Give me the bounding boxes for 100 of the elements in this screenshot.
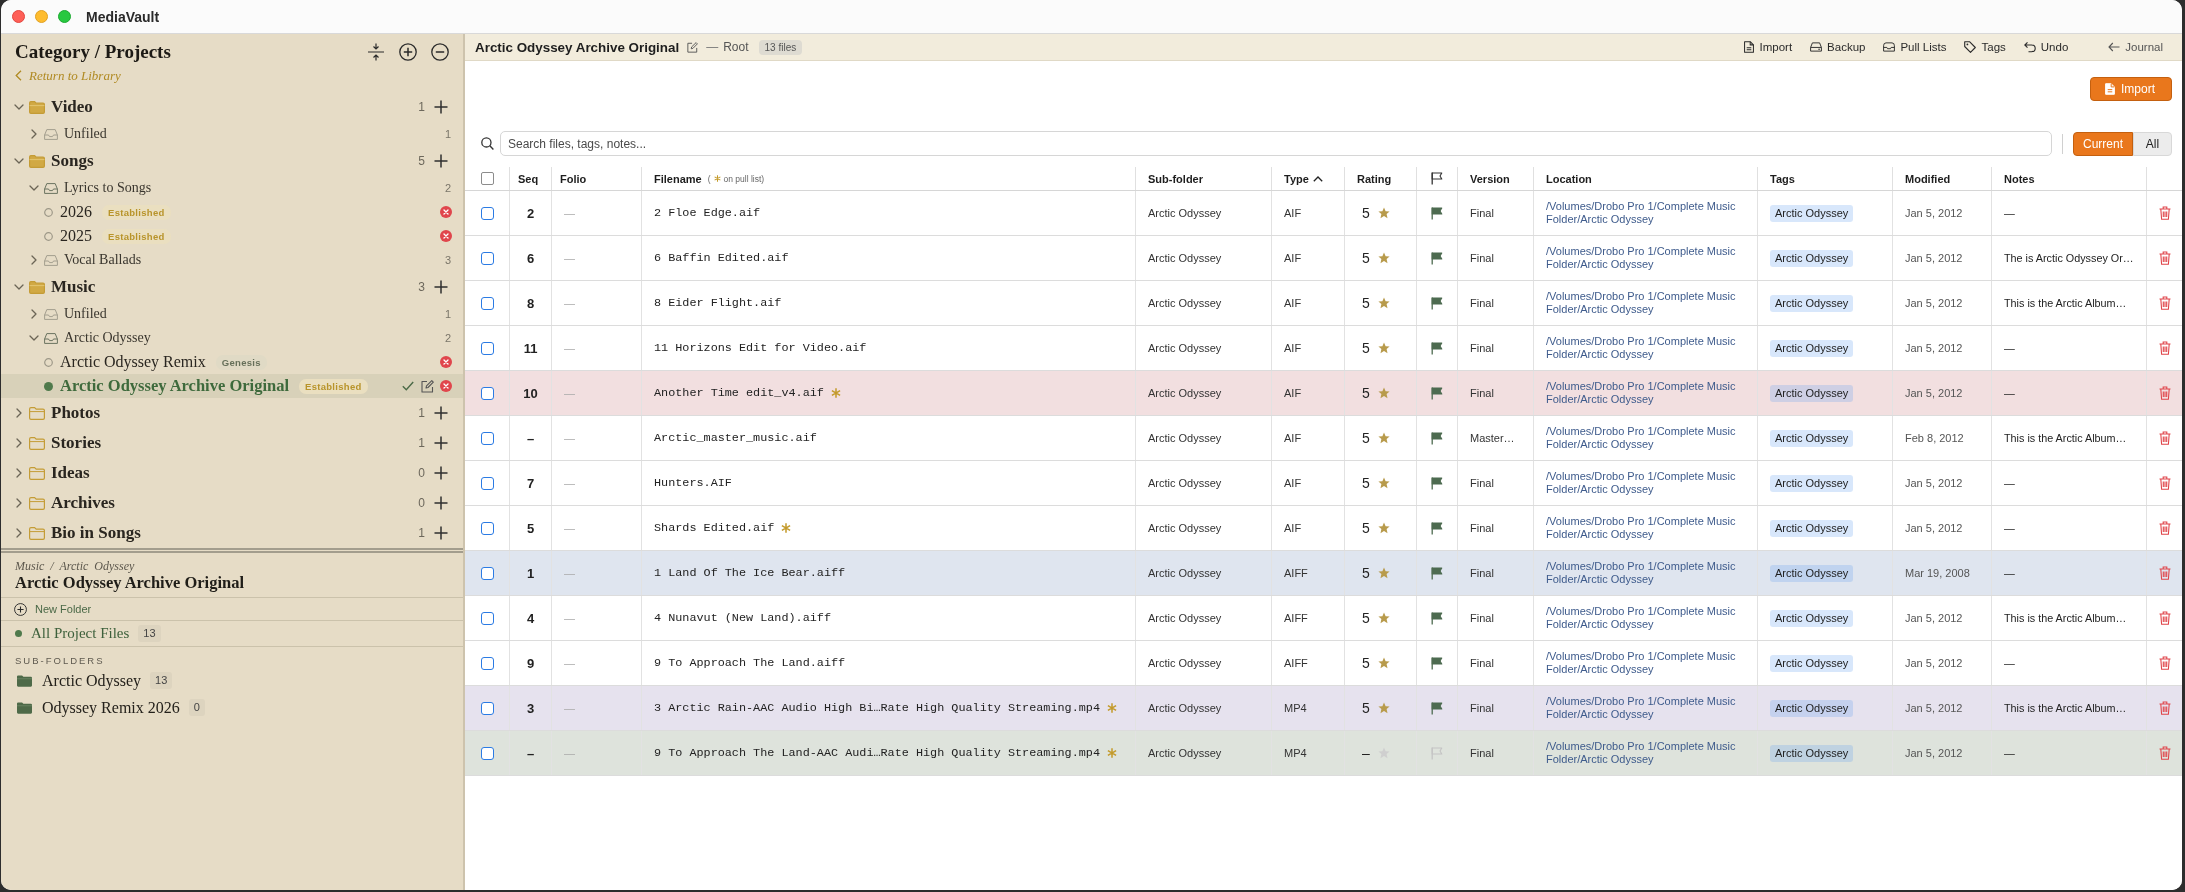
plus-circle-icon[interactable] — [399, 43, 417, 61]
new-folder-button[interactable]: New Folder — [14, 602, 92, 616]
location-path[interactable]: /Volumes/Drobo Pro 1/Complete Music Folder/Arctic Odyssey — [1546, 245, 1757, 271]
category-name[interactable]: Video — [51, 97, 93, 117]
flag-icon[interactable] — [1431, 296, 1443, 310]
category-name[interactable]: Bio in Songs — [51, 523, 141, 543]
minus-circle-icon[interactable] — [431, 43, 449, 61]
plus-icon[interactable] — [434, 100, 448, 114]
location-path[interactable]: /Volumes/Drobo Pro 1/Complete Music Folder/Arctic Odyssey — [1546, 515, 1757, 541]
group-name[interactable]: Arctic Odyssey — [64, 330, 151, 346]
plus-icon[interactable] — [434, 154, 448, 168]
location-path[interactable]: /Volumes/Drobo Pro 1/Complete Music Folder/Arctic Odyssey — [1546, 380, 1757, 406]
plus-icon[interactable] — [434, 280, 448, 294]
plus-icon[interactable] — [434, 436, 448, 450]
flag-icon[interactable] — [1431, 521, 1443, 535]
column-header[interactable]: Rating — [1357, 172, 1392, 185]
checkbox[interactable] — [480, 746, 494, 760]
trash-icon[interactable] — [2158, 656, 2171, 670]
category-name[interactable]: Music — [51, 277, 96, 297]
chevron-left-icon[interactable] — [15, 70, 22, 81]
checkbox[interactable] — [480, 296, 494, 310]
trash-icon[interactable] — [2158, 431, 2171, 445]
location-path[interactable]: /Volumes/Drobo Pro 1/Complete Music Folder/Arctic Odyssey — [1546, 470, 1757, 496]
plus-icon[interactable] — [434, 466, 448, 480]
trash-icon[interactable] — [2158, 206, 2171, 220]
remove-icon[interactable] — [440, 230, 452, 242]
chevron-right-icon[interactable] — [29, 129, 39, 139]
flag-icon[interactable] — [1431, 341, 1443, 355]
plus-icon[interactable] — [434, 406, 448, 420]
location-path[interactable]: /Volumes/Drobo Pro 1/Complete Music Folder/Arctic Odyssey — [1546, 335, 1757, 361]
project-item[interactable]: 2026 Established — [1, 200, 463, 224]
category-name[interactable]: Photos — [51, 403, 101, 423]
flag-icon[interactable] — [1431, 476, 1443, 490]
chevron-down-icon[interactable] — [29, 183, 39, 193]
pull-lists-button[interactable]: Pull Lists — [1883, 41, 1947, 53]
group-name[interactable]: Lyrics to Songs — [64, 180, 152, 196]
remove-icon[interactable] — [440, 356, 452, 368]
trash-icon[interactable] — [2158, 386, 2171, 400]
location-path[interactable]: /Volumes/Drobo Pro 1/Complete Music Folder/Arctic Odyssey — [1546, 605, 1757, 631]
checkbox[interactable] — [480, 386, 494, 400]
column-header[interactable]: Version — [1470, 172, 1510, 185]
category-name[interactable]: Stories — [51, 433, 102, 453]
undo-button[interactable]: Undo — [2023, 41, 2069, 53]
chevron-down-icon[interactable] — [29, 333, 39, 343]
location-path[interactable]: /Volumes/Drobo Pro 1/Complete Music Folder/Arctic Odyssey — [1546, 695, 1757, 721]
trash-icon[interactable] — [2158, 296, 2171, 310]
path-text[interactable]: Root — [723, 40, 749, 54]
table-row[interactable]: – — Arctic_master_music.aif Arctic Odyssey AIF 5 Master… /Volumes/Drobo Pro 1/Complete Music Folder/Arctic Odyssey Arctic Odyssey Feb 8, 2012 This is the Arctic Album… — [465, 416, 2182, 461]
column-header[interactable]: Folio — [560, 172, 587, 185]
checkbox[interactable] — [480, 701, 494, 715]
chevron-right-icon[interactable] — [14, 468, 24, 478]
chevron-right-icon[interactable] — [14, 498, 24, 508]
table-row[interactable]: 2 — 2 Floe Edge.aif Arctic Odyssey AIF 5 Final /Volumes/Drobo Pro 1/Complete Music Folder/Arctic Odyssey Arctic Odyssey Jan 5, 2012 — — [465, 191, 2182, 236]
checkbox[interactable] — [480, 172, 494, 185]
chevron-right-icon[interactable] — [14, 438, 24, 448]
table-row[interactable]: 8 — 8 Eider Flight.aif Arctic Odyssey AIF 5 Final /Volumes/Drobo Pro 1/Complete Music Folder/Arctic Odyssey Arctic Odyssey Jan 5, 2012 This is the Arctic Album… — [465, 281, 2182, 326]
search-field[interactable]: Search files, tags, notes... — [500, 131, 2052, 156]
edit-icon[interactable] — [687, 41, 699, 53]
backup-button[interactable]: Backup — [1810, 41, 1866, 53]
category-name[interactable]: Songs — [51, 151, 94, 171]
flag-icon[interactable] — [1431, 206, 1443, 220]
tags-button[interactable]: Tags — [1964, 41, 2006, 53]
table-row[interactable]: 1 — 1 Land Of The Ice Bear.aiff Arctic Odyssey AIFF 5 Final /Volumes/Drobo Pro 1/Complete Music Folder/Arctic Odyssey Arctic Odyssey Mar 19, 2008 — — [465, 551, 2182, 596]
plus-icon[interactable] — [434, 526, 448, 540]
location-path[interactable]: /Volumes/Drobo Pro 1/Complete Music Folder/Arctic Odyssey — [1546, 200, 1757, 226]
trash-icon[interactable] — [2158, 746, 2171, 760]
column-header[interactable]: Type — [1284, 172, 1323, 185]
project-item[interactable]: Arctic Odyssey Remix Genesis — [1, 350, 463, 374]
trash-icon[interactable] — [2158, 566, 2171, 580]
table-row[interactable]: – — 9 To Approach The Land-AAC Audi…Rate High Quality Streaming.mp4 Arctic Odyssey MP4 – Final /Volumes/Drobo Pro 1/Complete Music Folder/Arctic Odyssey Arctic Odyssey Jan 5, 2012 — — [465, 731, 2182, 776]
plus-icon[interactable] — [434, 496, 448, 510]
checkbox[interactable] — [480, 206, 494, 220]
table-row[interactable] — [465, 686, 2182, 731]
flag-icon[interactable] — [1431, 611, 1443, 625]
group-name[interactable]: Vocal Ballads — [64, 252, 142, 268]
trash-icon[interactable] — [2158, 521, 2171, 535]
trash-icon[interactable] — [2158, 251, 2171, 265]
group-name[interactable]: Unfiled — [64, 306, 107, 322]
flag-icon[interactable] — [1431, 431, 1443, 445]
column-header[interactable]: Sub-folder — [1148, 172, 1203, 185]
edit-icon[interactable] — [421, 379, 434, 393]
collapse-icon[interactable] — [367, 43, 385, 61]
check-icon[interactable] — [402, 381, 414, 391]
checkbox[interactable] — [480, 431, 494, 445]
location-path[interactable]: /Volumes/Drobo Pro 1/Complete Music Folder/Arctic Odyssey — [1546, 650, 1757, 676]
column-header[interactable]: Tags — [1770, 172, 1795, 185]
chevron-right-icon[interactable] — [29, 309, 39, 319]
subfolder-name[interactable]: Arctic Odyssey — [42, 671, 142, 690]
checkbox[interactable] — [480, 251, 494, 265]
location-path[interactable]: /Volumes/Drobo Pro 1/Complete Music Folder/Arctic Odyssey — [1546, 290, 1757, 316]
checkbox[interactable] — [480, 656, 494, 670]
chevron-right-icon[interactable] — [29, 255, 39, 265]
all-files-item[interactable]: All Project Files — [31, 625, 130, 642]
flag-icon[interactable] — [1431, 656, 1443, 670]
trash-icon[interactable] — [2158, 476, 2171, 490]
category-name[interactable]: Archives — [51, 493, 115, 513]
zoom-button[interactable] — [58, 10, 71, 23]
column-header[interactable]: Modified — [1905, 172, 1951, 185]
checkbox[interactable] — [480, 611, 494, 625]
category-name[interactable]: Ideas — [51, 463, 90, 483]
